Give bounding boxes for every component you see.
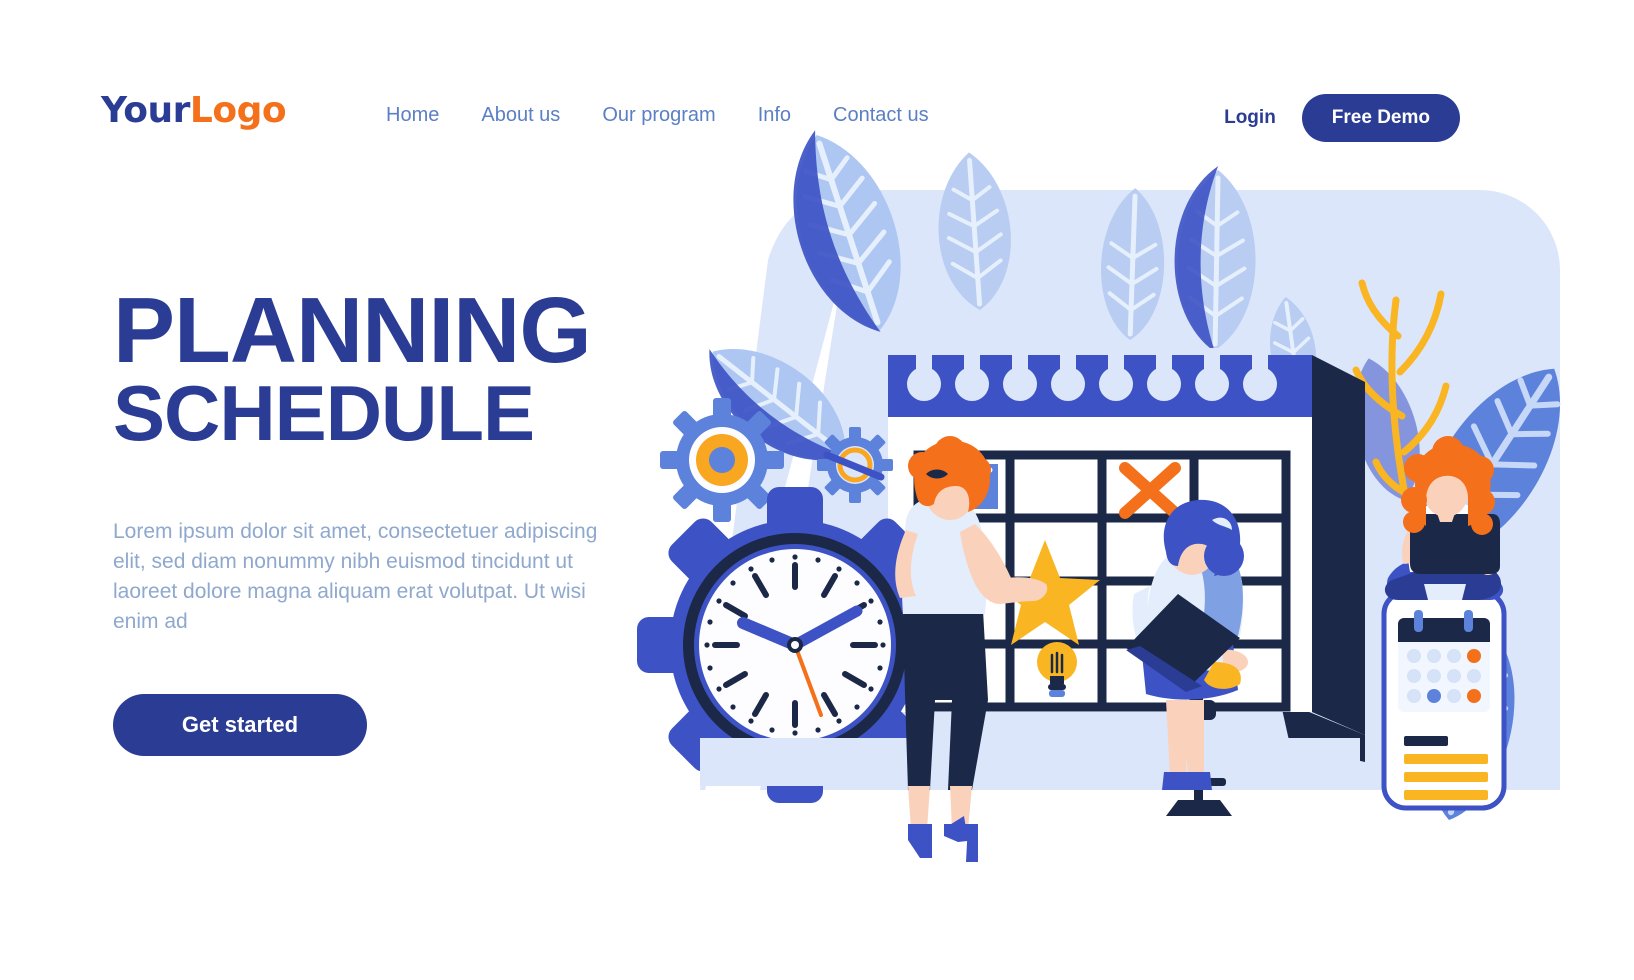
hero-paragraph: Lorem ipsum dolor sit amet, consectetuer… (113, 520, 598, 634)
logo-part-logo: Logo (189, 90, 287, 131)
nav-item-info[interactable]: Info (758, 104, 791, 127)
floor-strip (700, 738, 1360, 786)
nav-item-home[interactable]: Home (386, 104, 439, 127)
hero-section: PLANNING SCHEDULE Lorem ipsum dolor sit … (113, 278, 673, 757)
nav-item-contact-us[interactable]: Contact us (833, 104, 929, 127)
phone-calendar (1381, 589, 1507, 811)
get-started-button[interactable]: Get started (113, 694, 367, 757)
logo-part-your: Your (101, 90, 190, 131)
page-title-line-1: PLANNING (113, 278, 592, 382)
nav-item-about-us[interactable]: About us (481, 104, 560, 127)
gear-small (817, 427, 893, 503)
page-title-line-2: SCHEDULE (113, 368, 535, 457)
header-actions: Login Free Demo (1224, 94, 1460, 142)
nav-item-our-program[interactable]: Our program (602, 104, 715, 127)
free-demo-button[interactable]: Free Demo (1301, 94, 1460, 142)
gear-medium (660, 398, 784, 522)
logo[interactable]: YourLogo (101, 90, 287, 131)
landing-page: YourLogo Home About us Our program Info … (0, 0, 1634, 980)
login-link[interactable]: Login (1224, 107, 1276, 129)
page-title: PLANNING SCHEDULE (113, 278, 673, 457)
site-header: YourLogo Home About us Our program Info … (0, 0, 1634, 200)
main-navigation: Home About us Our program Info Contact u… (386, 104, 929, 127)
